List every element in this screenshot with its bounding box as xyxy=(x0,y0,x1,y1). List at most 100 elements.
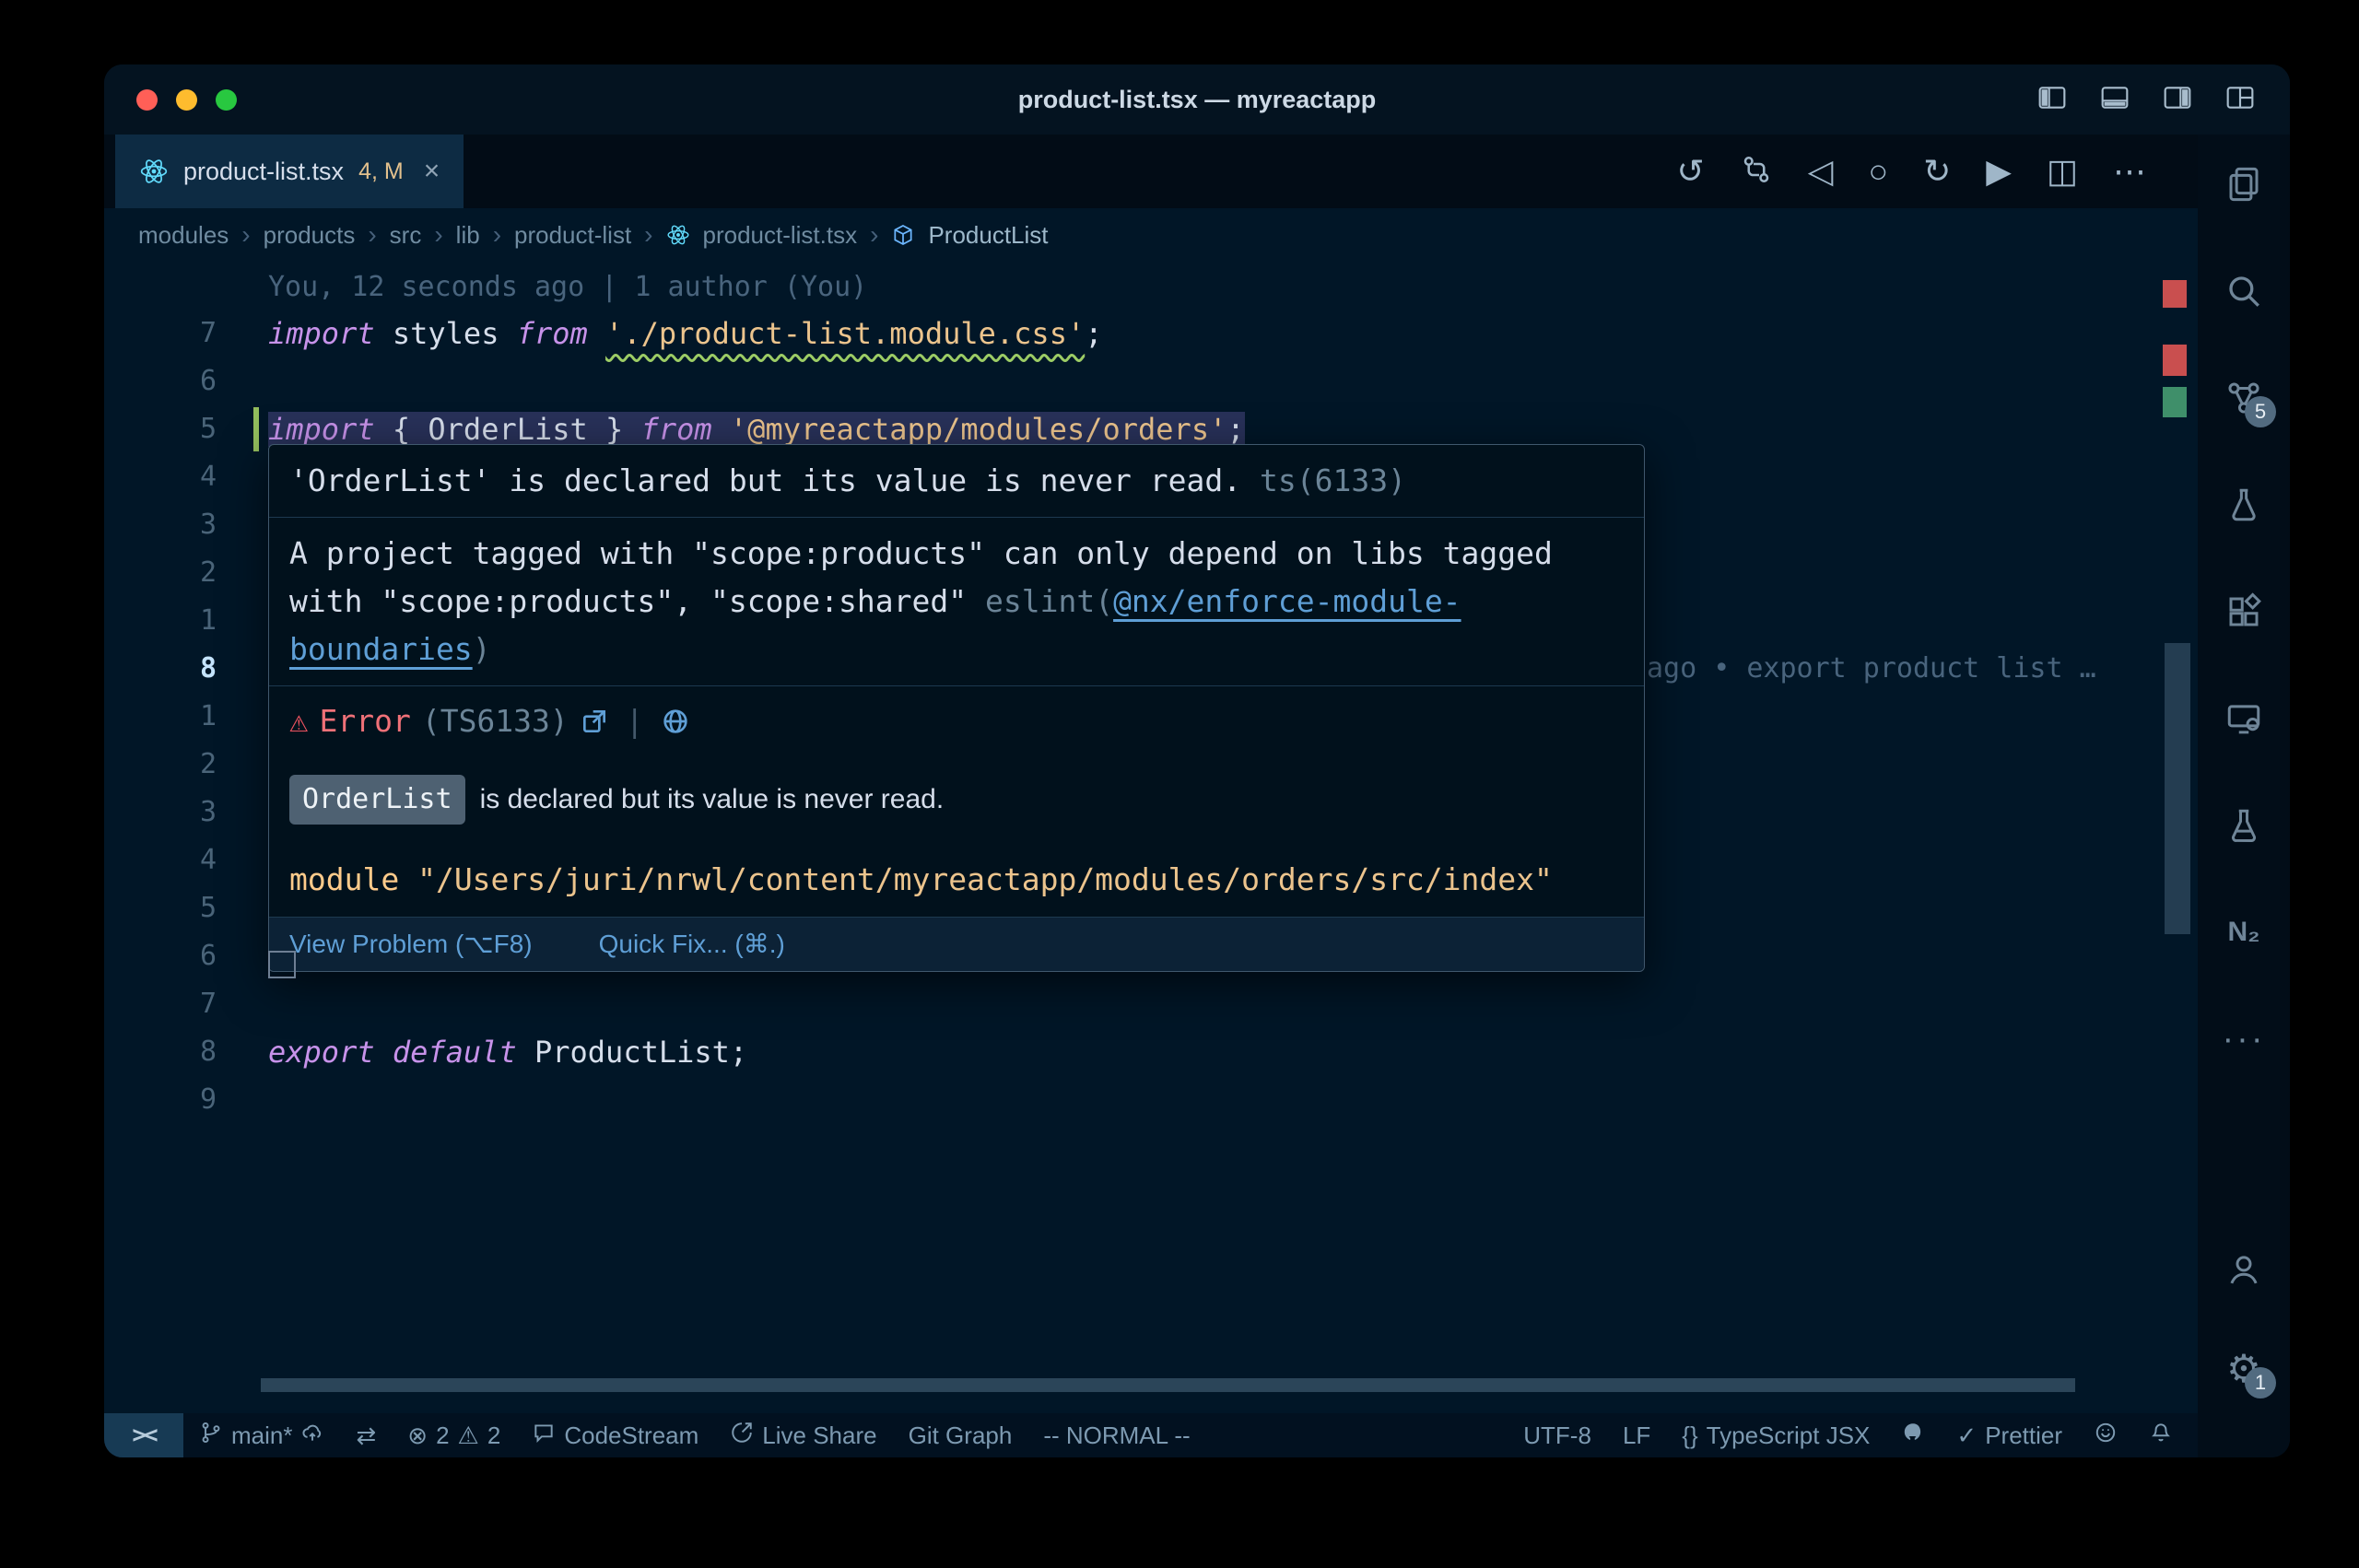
test-flask-icon[interactable] xyxy=(2223,485,2265,525)
settings-gear-icon[interactable]: ⚙ 1 xyxy=(2223,1349,2265,1389)
vertical-scrollbar-thumb[interactable] xyxy=(2165,643,2190,934)
feedback-item[interactable] xyxy=(2078,1413,2133,1457)
divider: | xyxy=(626,701,644,742)
more-views-icon[interactable]: ··· xyxy=(2223,1019,2265,1059)
chevron-right-icon: › xyxy=(870,220,878,250)
line-number xyxy=(104,262,268,310)
breadcrumb-symbol[interactable]: ProductList xyxy=(928,221,1048,250)
view-problem-button[interactable]: View Problem (⌥F8) xyxy=(289,926,533,963)
error-label: Error xyxy=(319,701,410,742)
tab-close-icon[interactable]: × xyxy=(424,156,440,187)
git-branch-item[interactable]: main* xyxy=(183,1413,340,1457)
overview-ruler-error-mark xyxy=(2163,345,2187,376)
chevron-right-icon: › xyxy=(368,220,376,250)
tab-bar: product-list.tsx 4, M × ↺ ◁ ○ ↻ ▶ ◫ xyxy=(104,135,2198,208)
braces-icon: {} xyxy=(1682,1422,1697,1450)
github-octocat-icon xyxy=(1901,1421,1925,1451)
extensions-icon[interactable] xyxy=(2223,591,2265,632)
code-line-8: export default ProductList; xyxy=(268,1028,2198,1076)
customize-layout-icon[interactable] xyxy=(2222,83,2259,117)
symbol-chip: OrderList xyxy=(289,775,465,825)
breadcrumb-lib[interactable]: lib xyxy=(456,221,480,250)
globe-icon[interactable] xyxy=(661,707,690,736)
eol-item[interactable]: LF xyxy=(1607,1413,1666,1457)
breadcrumb-products[interactable]: products xyxy=(264,221,356,250)
line-number: 7 xyxy=(104,980,268,1028)
symbol-cube-icon xyxy=(891,223,915,247)
open-external-icon[interactable] xyxy=(580,707,609,736)
next-change-icon[interactable]: ↻ xyxy=(1923,155,1951,188)
breadcrumb-src[interactable]: src xyxy=(390,221,422,250)
check-icon: ✓ xyxy=(1956,1422,1977,1450)
split-editor-icon[interactable]: ◫ xyxy=(2047,155,2078,188)
warning-triangle-icon: ⚠ xyxy=(458,1422,479,1450)
source-control-graph-icon[interactable]: 5 xyxy=(2223,378,2265,418)
tab-problems-modified-badge: 4, M xyxy=(358,158,404,185)
git-graph-item[interactable]: Git Graph xyxy=(893,1413,1028,1457)
error-code: (TS6133) xyxy=(422,701,569,742)
breadcrumb-modules[interactable]: modules xyxy=(138,221,229,250)
breadcrumb-product-list[interactable]: product-list xyxy=(514,221,631,250)
line-number: 1 xyxy=(104,597,268,645)
more-actions-icon[interactable]: ⋯ xyxy=(2113,155,2146,188)
react-icon xyxy=(139,157,169,186)
error-hover-tooltip: 'OrderList' is declared but its value is… xyxy=(268,444,1645,972)
account-icon[interactable] xyxy=(2223,1249,2265,1290)
remote-indicator[interactable]: >< xyxy=(104,1413,183,1457)
breadcrumb-file[interactable]: product-list.tsx xyxy=(703,221,858,250)
encoding-item[interactable]: UTF-8 xyxy=(1508,1413,1607,1457)
chevron-right-icon: › xyxy=(434,220,442,250)
feedback-smiley-icon xyxy=(2094,1421,2118,1451)
vim-mode-indicator[interactable]: -- NORMAL -- xyxy=(1027,1413,1205,1457)
language-mode-item[interactable]: {} TypeScript JSX xyxy=(1666,1413,1885,1457)
tab-product-list[interactable]: product-list.tsx 4, M × xyxy=(115,135,464,208)
remote-explorer-icon[interactable] xyxy=(2223,698,2265,739)
notifications-item[interactable] xyxy=(2133,1413,2189,1457)
overview-ruler-error-mark xyxy=(2163,280,2187,308)
tab-label: product-list.tsx xyxy=(183,158,344,186)
codestream-bubble-icon xyxy=(532,1421,556,1451)
code-editor[interactable]: You, 12 seconds ago | 1 author (You) 7 i… xyxy=(104,262,2198,1413)
open-changes-icon[interactable]: ○ xyxy=(1868,155,1888,188)
gutter-change-indicator xyxy=(253,407,259,451)
chevron-right-icon: › xyxy=(241,220,250,250)
gitlens-inline-blame: ago • export product list … xyxy=(1647,645,2096,693)
gitlens-blame-annotation: You, 12 seconds ago | 1 author (You) xyxy=(268,271,867,303)
breadcrumb: modules › products › src › lib › product… xyxy=(104,208,2198,262)
github-item[interactable] xyxy=(1885,1413,1941,1457)
previous-change-icon[interactable]: ◁ xyxy=(1808,155,1834,188)
line-number: 1 xyxy=(104,693,268,741)
git-compare-icon[interactable] xyxy=(1740,153,1773,191)
horizontal-scrollbar-thumb[interactable] xyxy=(261,1378,2075,1392)
react-icon xyxy=(666,223,690,247)
explorer-pages-icon[interactable] xyxy=(2223,164,2265,205)
codestream-item[interactable]: CodeStream xyxy=(516,1413,714,1457)
line-number: 3 xyxy=(104,789,268,837)
timeline-history-icon[interactable]: ↺ xyxy=(1677,155,1705,188)
problems-item[interactable]: ⊗ 2 ⚠ 2 xyxy=(392,1413,516,1457)
search-icon[interactable] xyxy=(2223,271,2265,311)
settings-badge: 1 xyxy=(2245,1367,2276,1398)
run-file-icon[interactable]: ▶ xyxy=(1986,155,2012,188)
chevron-right-icon: › xyxy=(644,220,652,250)
quick-fix-button[interactable]: Quick Fix... (⌘.) xyxy=(599,926,785,963)
error-detail-header: ⚠ Error (TS6133) | xyxy=(269,685,1644,756)
ts-diagnostic-message: 'OrderList' is declared but its value is… xyxy=(269,445,1644,517)
toggle-panel-icon[interactable] xyxy=(2096,83,2133,117)
prettier-item[interactable]: ✓ Prettier xyxy=(1941,1413,2078,1457)
error-detail-body: OrderList is declared but its value is n… xyxy=(269,756,1644,843)
toggle-sidebar-icon[interactable] xyxy=(2034,83,2071,117)
publish-cloud-icon xyxy=(300,1421,324,1451)
toggle-secondary-sidebar-icon[interactable] xyxy=(2159,83,2196,117)
live-share-icon xyxy=(730,1421,754,1451)
compare-changes-item[interactable]: ⇄ xyxy=(340,1413,392,1457)
chevron-right-icon: › xyxy=(493,220,501,250)
nx-console-icon[interactable]: N₂ xyxy=(2223,912,2265,953)
live-share-item[interactable]: Live Share xyxy=(714,1413,892,1457)
line-number: 5 xyxy=(104,405,268,453)
bell-icon xyxy=(2149,1421,2173,1451)
beaker-icon[interactable] xyxy=(2223,805,2265,846)
activity-bar: 5 N₂ xyxy=(2198,135,2290,1457)
line-number: 4 xyxy=(104,453,268,501)
editor-actions: ↺ ◁ ○ ↻ ▶ ◫ ⋯ xyxy=(1677,135,2198,208)
